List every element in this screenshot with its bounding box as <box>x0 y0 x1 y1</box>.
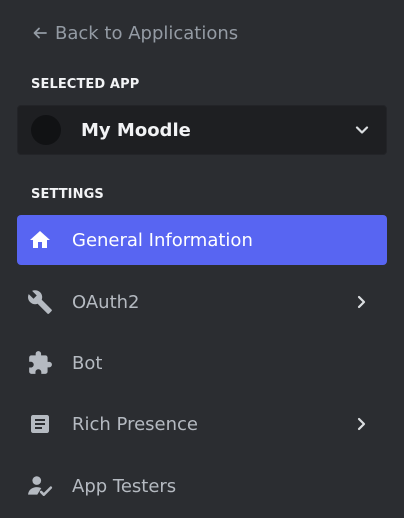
chevron-right-icon <box>352 293 370 311</box>
nav-item-rich-presence[interactable]: Rich Presence <box>17 399 387 449</box>
document-icon <box>27 411 53 437</box>
nav-item-bot[interactable]: Bot <box>17 338 387 388</box>
chevron-down-icon <box>352 120 372 140</box>
wrench-icon <box>27 289 53 315</box>
back-link-label: Back to Applications <box>55 22 239 44</box>
user-check-icon <box>27 473 53 499</box>
app-name: My Moodle <box>81 119 191 141</box>
back-to-applications-link[interactable]: Back to Applications <box>31 20 238 46</box>
settings-heading: SETTINGS <box>31 187 104 202</box>
nav-item-label: Bot <box>72 352 103 374</box>
nav-item-general-information[interactable]: General Information <box>17 215 387 265</box>
nav-item-app-testers[interactable]: App Testers <box>17 461 387 511</box>
chevron-right-icon <box>352 415 370 433</box>
nav-item-oauth2[interactable]: OAuth2 <box>17 277 387 327</box>
app-selector-dropdown[interactable]: My Moodle <box>17 105 387 155</box>
app-avatar <box>31 115 61 145</box>
nav-item-label: Rich Presence <box>72 413 198 435</box>
nav-item-label: OAuth2 <box>72 291 140 313</box>
puzzle-piece-icon <box>27 350 53 376</box>
settings-sidebar: Back to Applications SELECTED APP My Moo… <box>0 0 404 518</box>
selected-app-heading: SELECTED APP <box>31 77 140 92</box>
arrow-left-icon <box>31 24 49 42</box>
nav-item-label: App Testers <box>72 475 177 497</box>
nav-item-label: General Information <box>72 229 253 251</box>
home-icon <box>27 227 53 253</box>
